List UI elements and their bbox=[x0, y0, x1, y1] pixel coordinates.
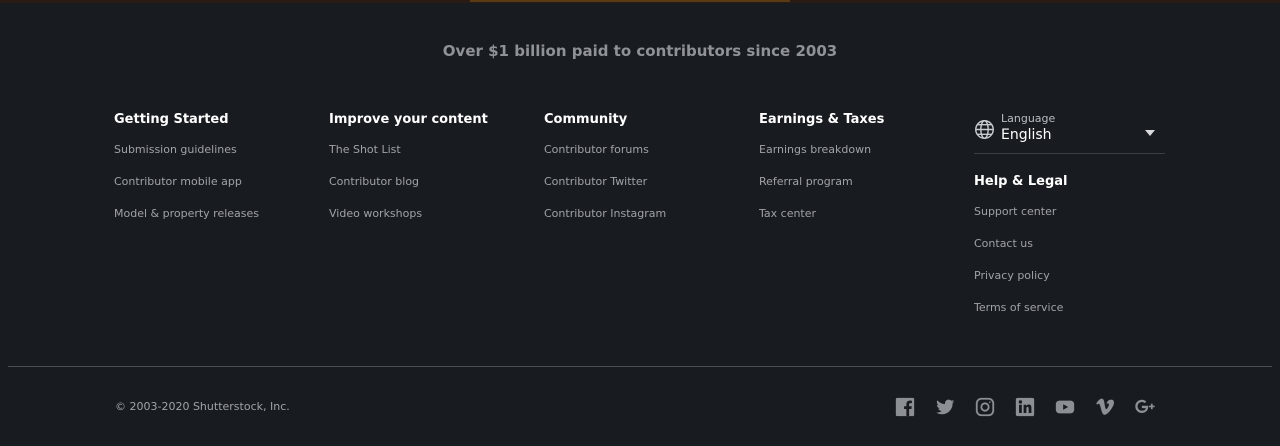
column-heading: Help & Legal bbox=[974, 174, 1068, 189]
column-heading: Getting Started bbox=[114, 112, 229, 127]
tagline: Over $1 billion paid to contributors sin… bbox=[442, 42, 838, 60]
language-selector[interactable]: Language English bbox=[974, 110, 1165, 154]
footer-link-video-workshops[interactable]: Video workshops bbox=[329, 207, 488, 221]
copyright: © 2003-2020 Shutterstock, Inc. bbox=[115, 400, 290, 413]
linkedin-icon[interactable] bbox=[1014, 396, 1036, 418]
column-heading: Improve your content bbox=[329, 112, 488, 127]
footer-column-earnings-taxes: Earnings & Taxes Earnings breakdown Refe… bbox=[759, 111, 884, 239]
chevron-down-icon[interactable] bbox=[1145, 130, 1155, 136]
instagram-icon[interactable] bbox=[974, 396, 996, 418]
language-value: English bbox=[1001, 127, 1052, 143]
footer-link-contributor-blog[interactable]: Contributor blog bbox=[329, 175, 488, 189]
footer-link-support-center[interactable]: Support center bbox=[974, 205, 1067, 219]
footer-link-shot-list[interactable]: The Shot List bbox=[329, 143, 488, 157]
footer-link-contributor-mobile-app[interactable]: Contributor mobile app bbox=[114, 175, 259, 189]
twitter-icon[interactable] bbox=[934, 396, 956, 418]
footer-link-earnings-breakdown[interactable]: Earnings breakdown bbox=[759, 143, 884, 157]
footer-link-model-property-releases[interactable]: Model & property releases bbox=[114, 207, 259, 221]
top-strip bbox=[0, 0, 1280, 3]
column-heading: Community bbox=[544, 112, 628, 127]
footer-link-tax-center[interactable]: Tax center bbox=[759, 207, 884, 221]
facebook-icon[interactable] bbox=[894, 396, 916, 418]
youtube-icon[interactable] bbox=[1054, 396, 1076, 418]
footer-link-privacy-policy[interactable]: Privacy policy bbox=[974, 269, 1067, 283]
language-label: Language bbox=[1001, 112, 1056, 125]
footer-link-contributor-instagram[interactable]: Contributor Instagram bbox=[544, 207, 666, 221]
footer-link-contact-us[interactable]: Contact us bbox=[974, 237, 1067, 251]
footer-column-getting-started: Getting Started Submission guidelines Co… bbox=[114, 111, 259, 239]
footer-divider bbox=[8, 366, 1272, 367]
footer-link-contributor-forums[interactable]: Contributor forums bbox=[544, 143, 666, 157]
google-plus-icon[interactable] bbox=[1134, 396, 1156, 418]
footer-link-referral-program[interactable]: Referral program bbox=[759, 175, 884, 189]
footer-column-community: Community Contributor forums Contributor… bbox=[544, 111, 666, 239]
vimeo-icon[interactable] bbox=[1094, 396, 1116, 418]
footer-link-submission-guidelines[interactable]: Submission guidelines bbox=[114, 143, 259, 157]
footer-link-contributor-twitter[interactable]: Contributor Twitter bbox=[544, 175, 666, 189]
column-heading: Earnings & Taxes bbox=[759, 112, 885, 127]
globe-icon bbox=[974, 119, 995, 140]
footer-column-help-legal: Help & Legal Support center Contact us P… bbox=[974, 173, 1067, 333]
footer-link-terms-of-service[interactable]: Terms of service bbox=[974, 301, 1067, 315]
footer-column-improve-content: Improve your content The Shot List Contr… bbox=[329, 111, 488, 239]
